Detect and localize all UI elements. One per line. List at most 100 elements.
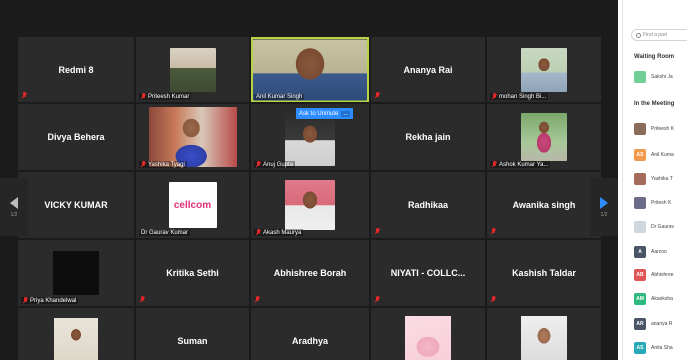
participant-tile-priya[interactable]: Priya Khandelwal: [18, 240, 134, 306]
waiting-room-title: Waiting Room: [634, 54, 675, 60]
participant-tile-gaurav[interactable]: cellcom Dr Gaurav Kumar: [136, 172, 249, 238]
participant-tile-row5-1[interactable]: [18, 308, 134, 360]
mic-muted-icon: [141, 161, 146, 168]
participant-name: Radhikaa: [407, 200, 449, 210]
participant-name: Aradhya: [291, 336, 328, 346]
participant-label: Dr Gaurav Kumar: [139, 230, 191, 236]
participant-video: [285, 180, 335, 230]
participant-name: Anita Sha: [651, 344, 673, 351]
avatar: [634, 70, 646, 83]
mic-muted-icon: [141, 93, 146, 100]
mic-muted-icon: [492, 161, 497, 168]
participant-tile-priteesh[interactable]: Priteesh Kumar: [136, 37, 249, 102]
participant-tile-radhikaa[interactable]: Radhikaa: [371, 172, 485, 238]
participant-tile-ananya-rai[interactable]: Ananya Rai: [371, 37, 485, 102]
participant-label: Akash Maurya: [254, 229, 304, 236]
cellcom-logo: cellcom: [173, 199, 212, 211]
ask-to-unmute-button[interactable]: Ask to Unmute ...: [296, 108, 354, 119]
mic-muted-icon: [255, 296, 260, 303]
participant-name: Pritesh K: [651, 199, 672, 206]
participant-tile-aradhya[interactable]: Aradhya: [251, 308, 369, 360]
mic-muted-icon: [491, 296, 496, 303]
participant-tile-row5-5[interactable]: [487, 308, 601, 360]
participant-label: Priya Khandelwal: [21, 297, 79, 304]
avatar: [634, 196, 646, 209]
participant-name: ananya R: [651, 320, 673, 327]
participant-name: Sakshi Ja: [651, 73, 673, 80]
participant-name: Kritika Sethi: [166, 268, 219, 278]
participant-tile-vicky[interactable]: VICKY KUMAR: [18, 172, 134, 238]
arrow-left-icon: [10, 196, 18, 209]
participant-name: Ananya Rai: [403, 64, 453, 75]
page-indicator: 1/2: [10, 211, 18, 218]
participant-video: cellcom: [168, 182, 217, 228]
participant-name: Akanksha: [651, 295, 673, 302]
meeting-participant-row[interactable]: Yashika T: [634, 172, 687, 185]
participant-video: [405, 316, 451, 360]
meeting-participant-row[interactable]: AB Abhishree: [634, 268, 687, 281]
participant-name: Suman: [177, 336, 208, 346]
participant-tile-mohan[interactable]: mohan Singh Bi...: [487, 37, 601, 102]
participant-tile-kritika[interactable]: Kritika Sethi: [136, 240, 249, 306]
participant-name: NIYATI - COLLC...: [390, 268, 466, 278]
participant-label: Priteesh Kumar: [139, 93, 192, 100]
meeting-participant-row[interactable]: AS Anil Kuma: [634, 148, 687, 161]
participant-tile-suman[interactable]: Suman: [136, 308, 249, 360]
participant-label: Anil Kumar Singh: [254, 94, 305, 100]
meeting-participant-row[interactable]: AS Anita Sha: [634, 341, 687, 354]
participant-tile-niyati[interactable]: NIYATI - COLLC...: [371, 240, 485, 306]
avatar: A: [634, 245, 646, 258]
participant-video: [521, 113, 567, 161]
participant-tile-ashok[interactable]: Ashok Kumar Ya...: [487, 104, 601, 170]
previous-page-button[interactable]: 1/2: [0, 178, 28, 236]
participant-name: Redmi 8: [58, 64, 94, 75]
mic-muted-icon: [375, 228, 380, 235]
mic-muted-icon: [375, 296, 380, 303]
participant-tile-row5-4[interactable]: [371, 308, 485, 360]
meeting-participant-row[interactable]: AR ananya R: [634, 317, 687, 330]
participant-name: Divya Behera: [47, 132, 105, 142]
participant-label: Yashika Tyagi: [139, 161, 187, 168]
mic-muted-icon: [140, 296, 145, 303]
participant-name: VICKY KUMAR: [44, 200, 108, 210]
participant-video: [148, 107, 237, 167]
avatar: AS: [634, 341, 646, 354]
more-options-button[interactable]: ...: [341, 110, 351, 117]
participant-tile-rekha[interactable]: Rekha jain: [371, 104, 485, 170]
mic-muted-icon: [375, 92, 380, 99]
participant-tile-redmi-8[interactable]: Redmi 8: [18, 37, 134, 102]
participant-name: Rekha jain: [405, 132, 451, 142]
avatar: AM: [634, 292, 646, 305]
avatar: AR: [634, 317, 646, 330]
participant-tile-awanika[interactable]: Awanika singh: [487, 172, 601, 238]
participant-tile-abhishree[interactable]: Abhishree Borah: [251, 240, 369, 306]
in-meeting-title: In the Meeting: [634, 101, 675, 107]
mic-muted-icon: [491, 228, 496, 235]
participant-label: mohan Singh Bi...: [490, 93, 549, 100]
waiting-participant-row[interactable]: Sakshi Ja: [634, 70, 687, 83]
meeting-participant-row[interactable]: Priteesh K: [634, 122, 687, 135]
arrow-right-icon: [600, 196, 608, 209]
participant-name: Dr Gaurav: [651, 223, 675, 230]
meeting-participant-row[interactable]: AM Akanksha: [634, 292, 687, 305]
participant-name: Abhishree: [651, 271, 674, 278]
participant-search-input[interactable]: Find a part: [631, 29, 687, 41]
participant-tile-kashish[interactable]: Kashish Taldar: [487, 240, 601, 306]
participant-tile-anil-active-speaker[interactable]: Anil Kumar Singh: [251, 37, 369, 102]
participants-panel: Find a part Waiting Room Sakshi Ja In th…: [622, 0, 687, 360]
avatar: [634, 220, 646, 233]
participant-tile-akash[interactable]: Akash Maurya: [251, 172, 369, 238]
meeting-participant-row[interactable]: Dr Gaurav: [634, 220, 687, 233]
mic-muted-icon: [256, 229, 261, 236]
participant-tile-yashika[interactable]: Yashika Tyagi: [136, 104, 249, 170]
video-gallery: Redmi 8 Priteesh Kumar Anil Kumar Singh …: [0, 0, 618, 360]
participant-tile-divya[interactable]: Divya Behera: [18, 104, 134, 170]
participant-name: Anil Kuma: [651, 151, 674, 158]
avatar: [634, 122, 646, 135]
meeting-participant-row[interactable]: A Aarzoo: [634, 245, 687, 258]
next-page-button[interactable]: 1/2: [590, 178, 618, 236]
meeting-participant-row[interactable]: Pritesh K: [634, 196, 687, 209]
participant-video: [53, 251, 99, 295]
participant-video: [253, 39, 367, 100]
participant-label: Ashok Kumar Ya...: [490, 161, 551, 168]
